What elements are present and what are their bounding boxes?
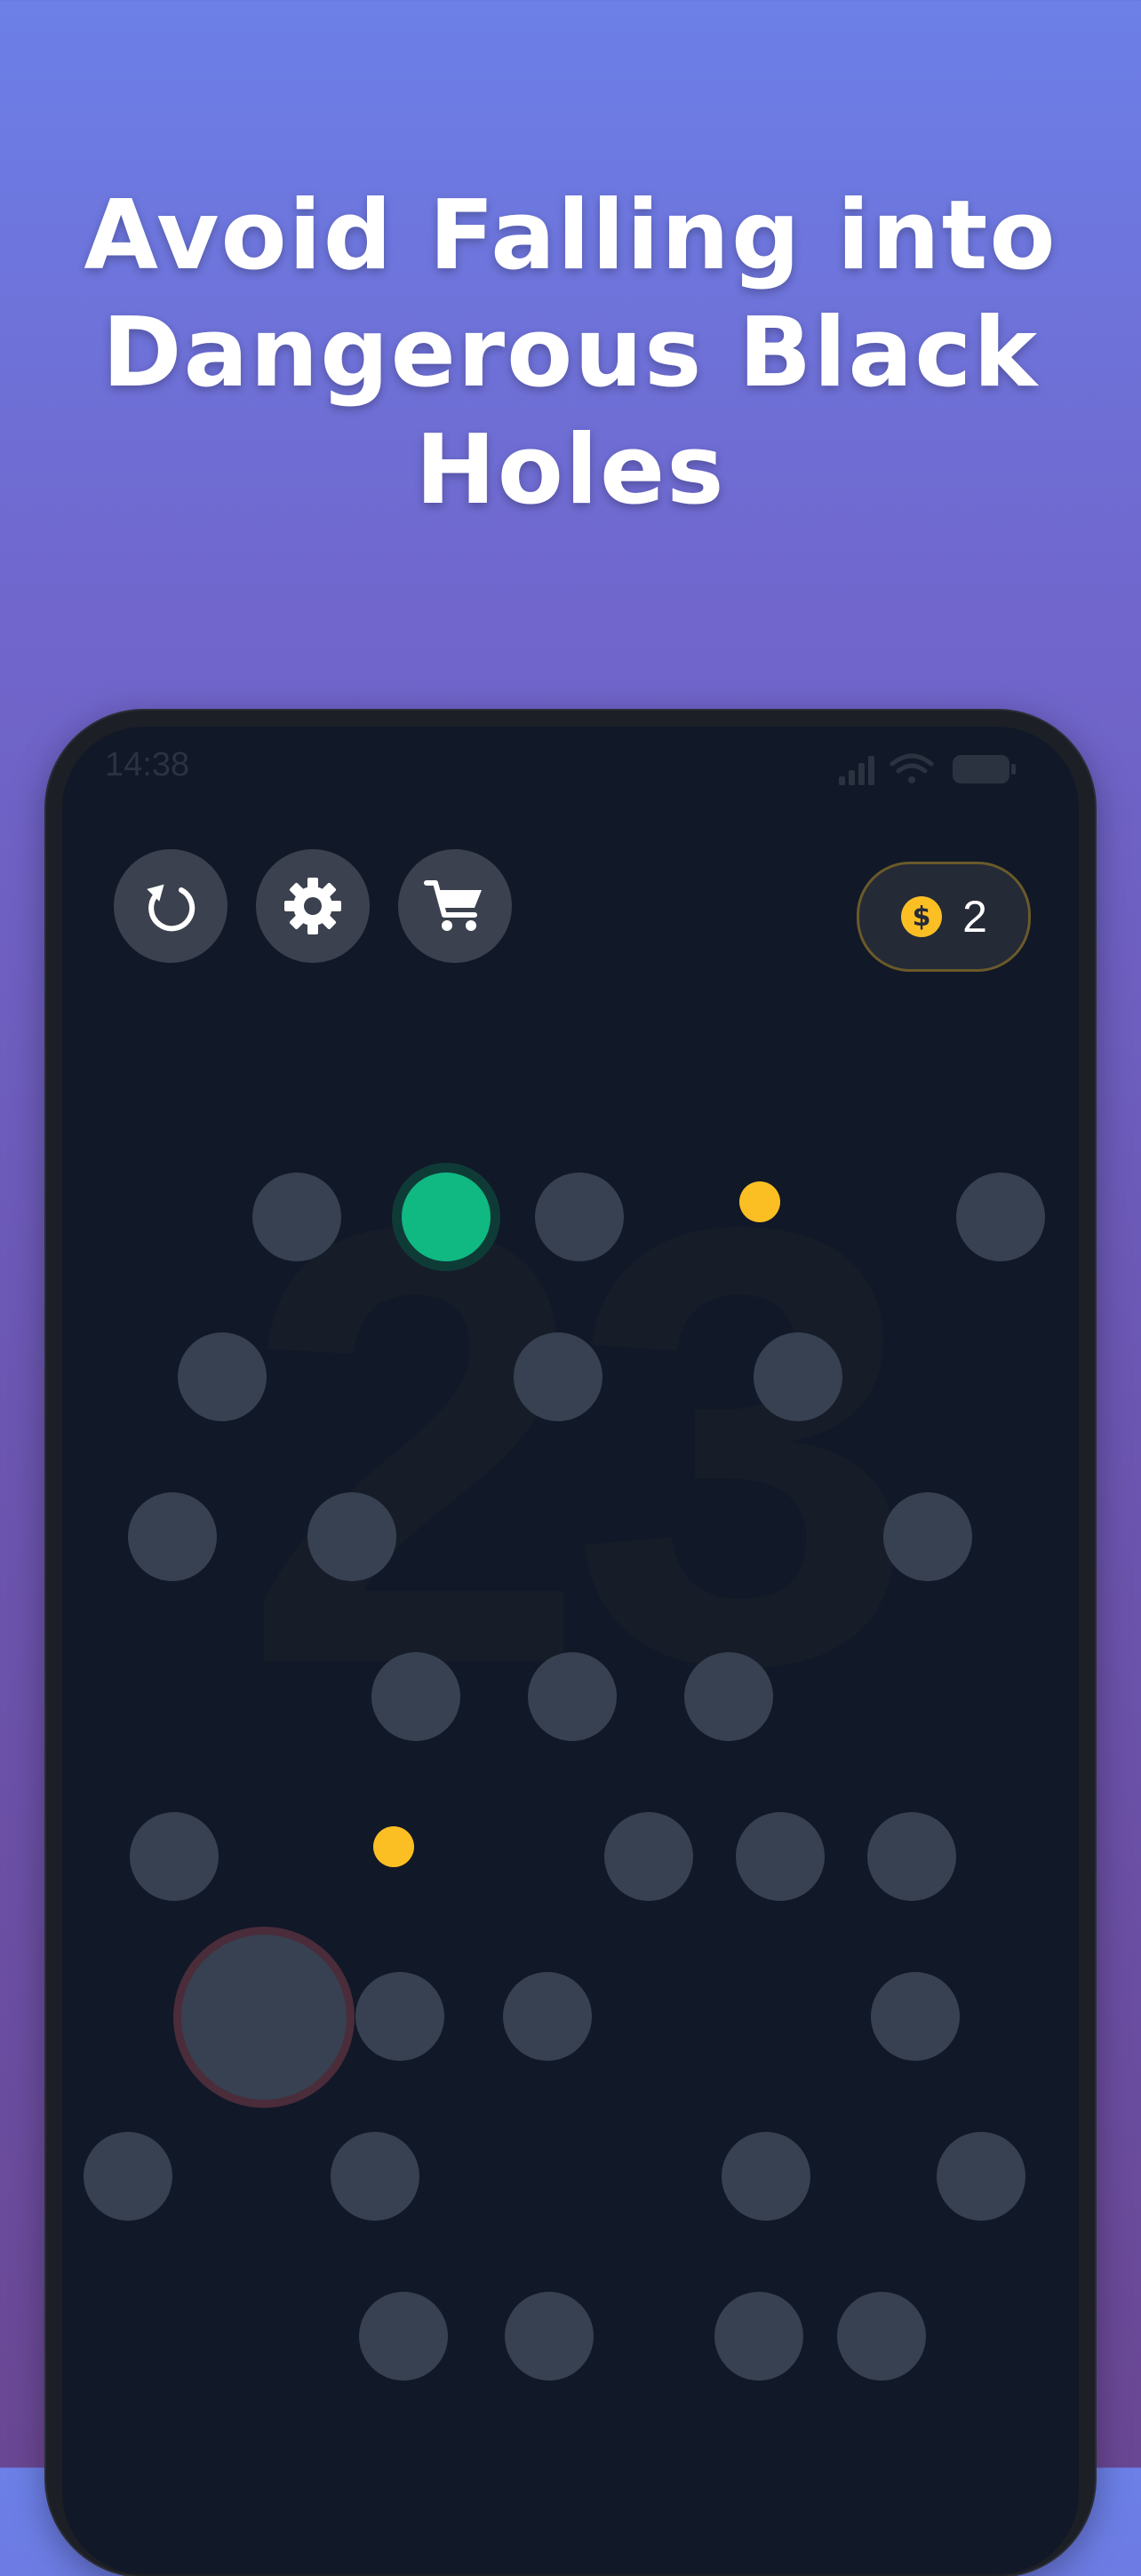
platform bbox=[754, 1332, 842, 1421]
platform bbox=[867, 1812, 956, 1901]
platform bbox=[307, 1492, 396, 1581]
platform bbox=[604, 1812, 693, 1901]
platform bbox=[528, 1652, 617, 1741]
shop-button[interactable] bbox=[398, 849, 512, 963]
platform bbox=[505, 2292, 594, 2381]
status-time: 14:38 bbox=[105, 746, 190, 783]
svg-text:$: $ bbox=[913, 902, 931, 933]
player-ball bbox=[402, 1173, 491, 1261]
black-hole bbox=[181, 1935, 347, 2100]
restart-icon bbox=[147, 884, 195, 932]
platform bbox=[331, 2132, 419, 2221]
platform bbox=[684, 1652, 773, 1741]
signal-icon bbox=[839, 756, 874, 785]
platform bbox=[128, 1492, 217, 1581]
headline: Avoid Falling into Dangerous Black Holes bbox=[0, 178, 1141, 529]
cart-icon bbox=[424, 880, 482, 931]
platform bbox=[252, 1173, 341, 1261]
status-icons bbox=[839, 753, 1016, 785]
coin-pickup bbox=[373, 1826, 414, 1867]
platform bbox=[503, 1972, 592, 2061]
platform bbox=[871, 1972, 960, 2061]
dollar-coin-icon: $ bbox=[901, 896, 943, 937]
game-screen[interactable]: 14:38 $ 2 23 bbox=[62, 727, 1079, 2574]
gear-icon bbox=[284, 878, 341, 934]
platform bbox=[355, 1972, 444, 2061]
headline-line-1: Avoid Falling into bbox=[84, 180, 1057, 291]
coin-pickup bbox=[739, 1181, 780, 1222]
platform bbox=[837, 2292, 926, 2381]
platform bbox=[178, 1332, 267, 1421]
platform bbox=[956, 1173, 1045, 1261]
coin-counter: $ 2 bbox=[857, 862, 1031, 972]
phone-frame: 14:38 $ 2 23 bbox=[46, 711, 1095, 2576]
settings-button[interactable] bbox=[256, 849, 370, 963]
headline-line-3: Holes bbox=[415, 415, 726, 526]
coin-count: 2 bbox=[962, 892, 987, 942]
restart-button[interactable] bbox=[114, 849, 227, 963]
platform bbox=[736, 1812, 825, 1901]
platform bbox=[535, 1173, 624, 1261]
platform bbox=[937, 2132, 1025, 2221]
wifi-icon bbox=[890, 753, 934, 783]
platform bbox=[714, 2292, 803, 2381]
platform bbox=[514, 1332, 602, 1421]
platform bbox=[84, 2132, 172, 2221]
platform bbox=[359, 2292, 448, 2381]
battery-icon bbox=[953, 755, 1016, 783]
platform bbox=[130, 1812, 219, 1901]
platform bbox=[722, 2132, 810, 2221]
headline-line-2: Dangerous Black bbox=[101, 298, 1040, 409]
platform bbox=[371, 1652, 460, 1741]
platform bbox=[883, 1492, 972, 1581]
